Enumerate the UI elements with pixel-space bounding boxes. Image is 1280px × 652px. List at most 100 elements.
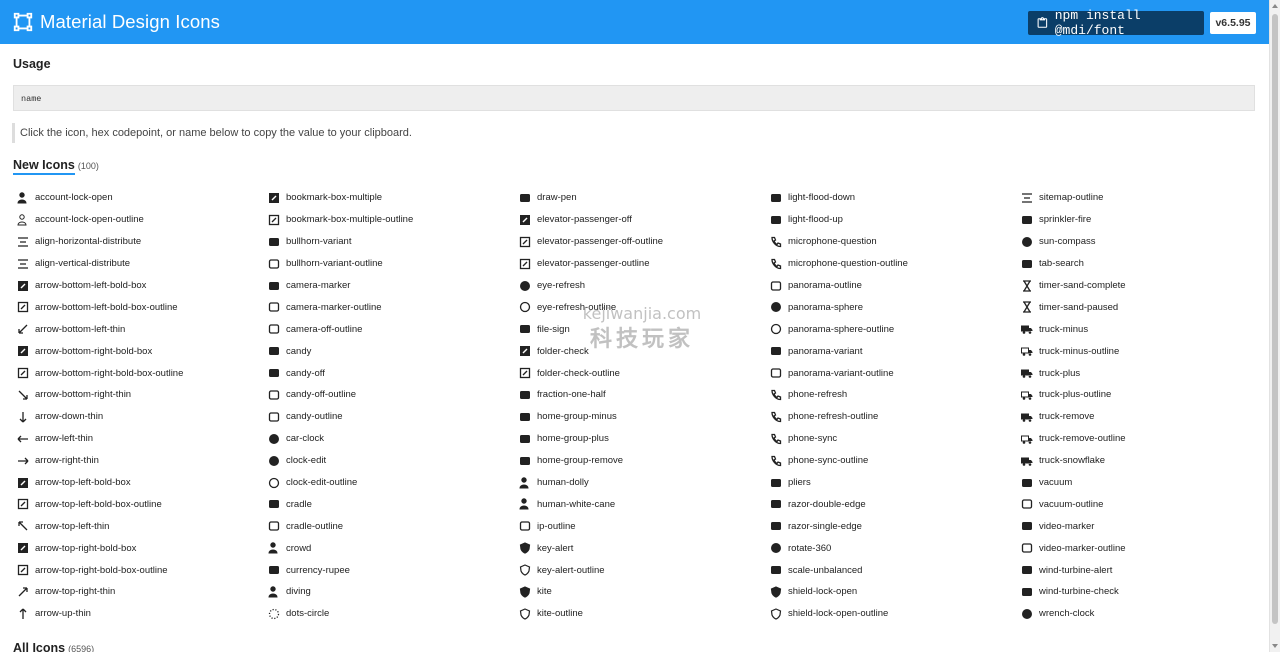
icon-item[interactable]: candy: [267, 340, 518, 362]
icon-item[interactable]: align-horizontal-distribute: [16, 231, 267, 253]
bookmark-box-multiple-outline-icon[interactable]: [268, 214, 280, 226]
icon-name-label[interactable]: draw-pen: [537, 192, 577, 203]
icon-name-label[interactable]: folder-check-outline: [537, 368, 620, 379]
icon-name-label[interactable]: arrow-bottom-right-bold-box: [35, 346, 152, 357]
icon-item[interactable]: arrow-top-right-bold-box: [16, 537, 267, 559]
cradle-icon[interactable]: [268, 498, 280, 510]
key-alert-outline-icon[interactable]: [519, 564, 531, 576]
icon-name-label[interactable]: vacuum-outline: [1039, 499, 1103, 510]
scroll-down-arrow-icon[interactable]: [1272, 644, 1278, 648]
sprinkler-fire-icon[interactable]: [1021, 214, 1033, 226]
folder-check-outline-icon[interactable]: [519, 367, 531, 379]
arrow-top-left-thin-icon[interactable]: [17, 520, 29, 532]
icon-item[interactable]: arrow-down-thin: [16, 406, 267, 428]
sun-compass-icon[interactable]: [1021, 236, 1033, 248]
icon-item[interactable]: light-flood-up: [769, 209, 1020, 231]
version-badge[interactable]: v6.5.95: [1210, 12, 1256, 34]
icon-item[interactable]: account-lock-open-outline: [16, 209, 267, 231]
arrow-bottom-left-bold-box-outline-icon[interactable]: [17, 301, 29, 313]
icon-name-label[interactable]: arrow-top-right-thin: [35, 586, 115, 597]
icon-item[interactable]: phone-refresh: [769, 384, 1020, 406]
icon-name-label[interactable]: sitemap-outline: [1039, 192, 1103, 203]
icon-item[interactable]: arrow-bottom-right-thin: [16, 384, 267, 406]
icon-item[interactable]: sun-compass: [1020, 231, 1271, 253]
icon-name-label[interactable]: razor-double-edge: [788, 499, 866, 510]
icon-name-label[interactable]: shield-lock-open: [788, 586, 857, 597]
icon-item[interactable]: vacuum-outline: [1020, 493, 1271, 515]
icon-item[interactable]: shield-lock-open: [769, 581, 1020, 603]
wind-turbine-alert-icon[interactable]: [1021, 564, 1033, 576]
icon-item[interactable]: wind-turbine-alert: [1020, 559, 1271, 581]
icon-name-label[interactable]: car-clock: [286, 433, 324, 444]
icon-name-label[interactable]: elevator-passenger-off-outline: [537, 236, 663, 247]
icon-name-label[interactable]: video-marker: [1039, 521, 1094, 532]
arrow-top-right-bold-box-outline-icon[interactable]: [17, 564, 29, 576]
icon-item[interactable]: bullhorn-variant-outline: [267, 253, 518, 275]
icon-name-label[interactable]: razor-single-edge: [788, 521, 862, 532]
icon-name-label[interactable]: currency-rupee: [286, 565, 350, 576]
phone-refresh-outline-icon[interactable]: [770, 411, 782, 423]
panorama-variant-outline-icon[interactable]: [770, 367, 782, 379]
kite-outline-icon[interactable]: [519, 608, 531, 620]
candy-outline-icon[interactable]: [268, 411, 280, 423]
scrollbar-thumb[interactable]: [1272, 14, 1278, 624]
arrow-right-thin-icon[interactable]: [17, 455, 29, 467]
timer-sand-paused-icon[interactable]: [1021, 301, 1033, 314]
panorama-variant-icon[interactable]: [770, 345, 782, 357]
light-flood-down-icon[interactable]: [770, 192, 782, 204]
human-dolly-icon[interactable]: [519, 476, 531, 489]
icon-name-label[interactable]: timer-sand-complete: [1039, 280, 1126, 291]
icon-item[interactable]: panorama-sphere-outline: [769, 318, 1020, 340]
icon-name-label[interactable]: candy-off-outline: [286, 389, 356, 400]
icon-item[interactable]: arrow-top-left-bold-box: [16, 472, 267, 494]
icon-item[interactable]: human-white-cane: [518, 493, 769, 515]
icon-name-label[interactable]: rotate-360: [788, 543, 831, 554]
icon-name-label[interactable]: truck-minus-outline: [1039, 346, 1119, 357]
bullhorn-variant-outline-icon[interactable]: [268, 258, 280, 270]
icon-name-label[interactable]: candy-outline: [286, 411, 343, 422]
clock-edit-icon[interactable]: [268, 455, 280, 467]
icon-item[interactable]: panorama-variant-outline: [769, 362, 1020, 384]
icon-name-label[interactable]: truck-minus: [1039, 324, 1088, 335]
icon-item[interactable]: phone-sync-outline: [769, 450, 1020, 472]
icon-name-label[interactable]: elevator-passenger-outline: [537, 258, 649, 269]
icon-item[interactable]: camera-marker-outline: [267, 296, 518, 318]
icon-item[interactable]: file-sign: [518, 318, 769, 340]
arrow-bottom-right-thin-icon[interactable]: [17, 389, 29, 401]
icon-item[interactable]: cradle-outline: [267, 515, 518, 537]
arrow-bottom-right-bold-box-outline-icon[interactable]: [17, 367, 29, 379]
icon-name-label[interactable]: home-group-remove: [537, 455, 623, 466]
icon-item[interactable]: fraction-one-half: [518, 384, 769, 406]
icon-item[interactable]: key-alert-outline: [518, 559, 769, 581]
truck-minus-icon[interactable]: [1021, 323, 1033, 335]
icon-item[interactable]: kite: [518, 581, 769, 603]
icon-item[interactable]: timer-sand-complete: [1020, 275, 1271, 297]
rotate-360-icon[interactable]: [770, 542, 782, 554]
ip-outline-icon[interactable]: [519, 520, 531, 532]
icon-name-label[interactable]: crowd: [286, 543, 311, 554]
icon-name-label[interactable]: elevator-passenger-off: [537, 214, 632, 225]
timer-sand-complete-icon[interactable]: [1021, 279, 1033, 292]
currency-rupee-icon[interactable]: [268, 564, 280, 576]
phone-sync-icon[interactable]: [770, 433, 782, 445]
candy-off-outline-icon[interactable]: [268, 389, 280, 401]
icon-name-label[interactable]: arrow-bottom-right-bold-box-outline: [35, 368, 183, 379]
icon-name-label[interactable]: ip-outline: [537, 521, 576, 532]
phone-sync-outline-icon[interactable]: [770, 455, 782, 467]
icon-item[interactable]: folder-check-outline: [518, 362, 769, 384]
icon-item[interactable]: rotate-360: [769, 537, 1020, 559]
diving-icon[interactable]: [268, 586, 280, 598]
truck-minus-outline-icon[interactable]: [1021, 345, 1033, 357]
icon-item[interactable]: account-lock-open: [16, 187, 267, 209]
arrow-up-thin-icon[interactable]: [17, 608, 29, 620]
icon-item[interactable]: candy-off-outline: [267, 384, 518, 406]
icon-name-label[interactable]: cradle-outline: [286, 521, 343, 532]
icon-name-label[interactable]: arrow-down-thin: [35, 411, 103, 422]
icon-name-label[interactable]: scale-unbalanced: [788, 565, 862, 576]
elevator-passenger-off-icon[interactable]: [519, 214, 531, 226]
icon-item[interactable]: panorama-sphere: [769, 296, 1020, 318]
icon-name-label[interactable]: arrow-right-thin: [35, 455, 99, 466]
icon-item[interactable]: key-alert: [518, 537, 769, 559]
truck-snowflake-icon[interactable]: [1021, 455, 1033, 467]
icon-name-label[interactable]: dots-circle: [286, 608, 329, 619]
